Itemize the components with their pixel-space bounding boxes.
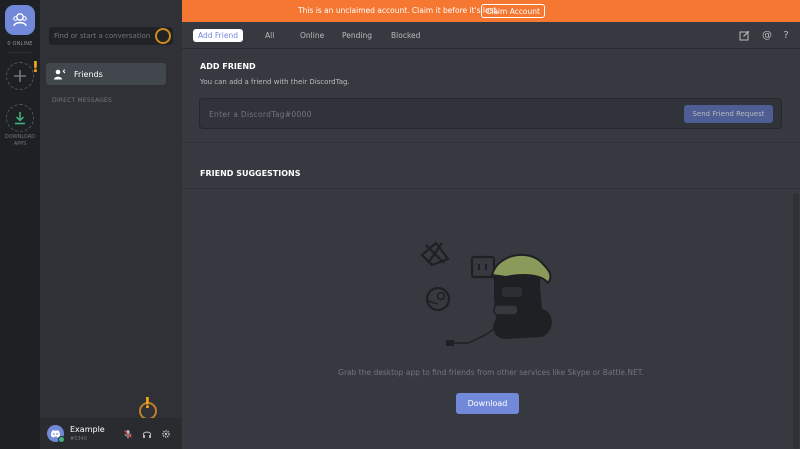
download-label-line-2: APPS (13, 141, 27, 147)
friends-home-icon (13, 13, 27, 27)
plus-icon (14, 70, 26, 82)
twitch-logo-icon (470, 255, 496, 279)
guild-rail: 0 ONLINE ! DOWNLOAD APPS (0, 0, 40, 449)
user-panel-alert-badge: ! (144, 394, 151, 412)
send-friend-request-button[interactable]: Send Friend Request (684, 105, 773, 123)
friends-label: Friends (74, 69, 103, 79)
mute-button[interactable] (121, 427, 135, 441)
add-friend-subtitle: You can add a friend with their DiscordT… (200, 78, 350, 86)
unclaimed-account-banner: This is an unclaimed account. Claim it b… (182, 0, 800, 22)
mention-icon[interactable]: @ (761, 29, 773, 41)
conversation-search[interactable] (49, 27, 173, 45)
battlenet-logo-icon (420, 241, 450, 267)
new-group-dm-icon[interactable] (738, 29, 750, 41)
user-discriminator: #5340 (70, 436, 87, 442)
online-count: 0 ONLINE (7, 41, 33, 47)
friends-wave-icon (52, 67, 66, 81)
direct-messages-header: DIRECT MESSAGES (52, 97, 113, 104)
scrollbar[interactable] (793, 193, 799, 449)
section-divider (182, 188, 800, 189)
download-button[interactable]: Download (456, 393, 519, 414)
discordtag-input[interactable] (209, 107, 609, 121)
microphone-muted-icon (124, 430, 132, 439)
headphones-icon (143, 431, 151, 438)
add-friend-section: ADD FRIEND You can add a friend with the… (182, 49, 800, 143)
add-server-alert-badge: ! (32, 58, 39, 76)
sidebar-item-friends[interactable]: Friends (46, 63, 166, 85)
friend-suggestions-section: FRIEND SUGGESTIONS Grab the desktop app … (182, 143, 800, 449)
tab-blocked[interactable]: Blocked (386, 29, 425, 42)
rail-divider (8, 52, 32, 53)
discord-app: 0 ONLINE ! DOWNLOAD APPS Find or start a… (0, 0, 800, 449)
help-icon[interactable]: ? (780, 29, 792, 41)
search-input[interactable] (49, 27, 153, 45)
online-status-dot (58, 436, 65, 443)
home-button[interactable] (5, 5, 35, 35)
tab-online[interactable]: Online (295, 29, 329, 42)
tab-all[interactable]: All (260, 29, 279, 42)
friends-tab-bar: Add Friend All Online Pending Blocked @ … (182, 22, 800, 49)
deafen-button[interactable] (140, 427, 154, 441)
dm-sidebar: Friends DIRECT MESSAGES ! Example #5340 (40, 0, 182, 449)
add-server-button[interactable] (6, 62, 34, 90)
user-settings-button[interactable] (159, 427, 173, 441)
tab-add-friend[interactable]: Add Friend (193, 29, 243, 42)
download-apps-button[interactable] (6, 104, 34, 132)
add-friend-title: ADD FRIEND (200, 62, 256, 71)
wumpus-gaming-illustration (420, 241, 552, 346)
download-label-line-1: DOWNLOAD (4, 134, 36, 140)
banner-message: This is an unclaimed account. Claim it b… (298, 6, 499, 15)
download-apps-label: DOWNLOAD APPS (0, 134, 40, 148)
desktop-app-prompt: Grab the desktop app to find friends fro… (338, 368, 644, 377)
username: Example (70, 425, 105, 434)
user-panel: Example #5340 (40, 418, 182, 449)
steam-logo-icon (425, 286, 451, 312)
claim-account-button[interactable]: Claim Account (481, 4, 545, 18)
download-icon (15, 112, 25, 125)
wumpus-character (446, 254, 552, 346)
friend-suggestions-title: FRIEND SUGGESTIONS (200, 169, 301, 178)
gear-icon (162, 430, 170, 438)
search-highlight-ring (155, 28, 171, 44)
add-friend-form: Send Friend Request (199, 98, 782, 129)
tab-pending[interactable]: Pending (337, 29, 377, 42)
